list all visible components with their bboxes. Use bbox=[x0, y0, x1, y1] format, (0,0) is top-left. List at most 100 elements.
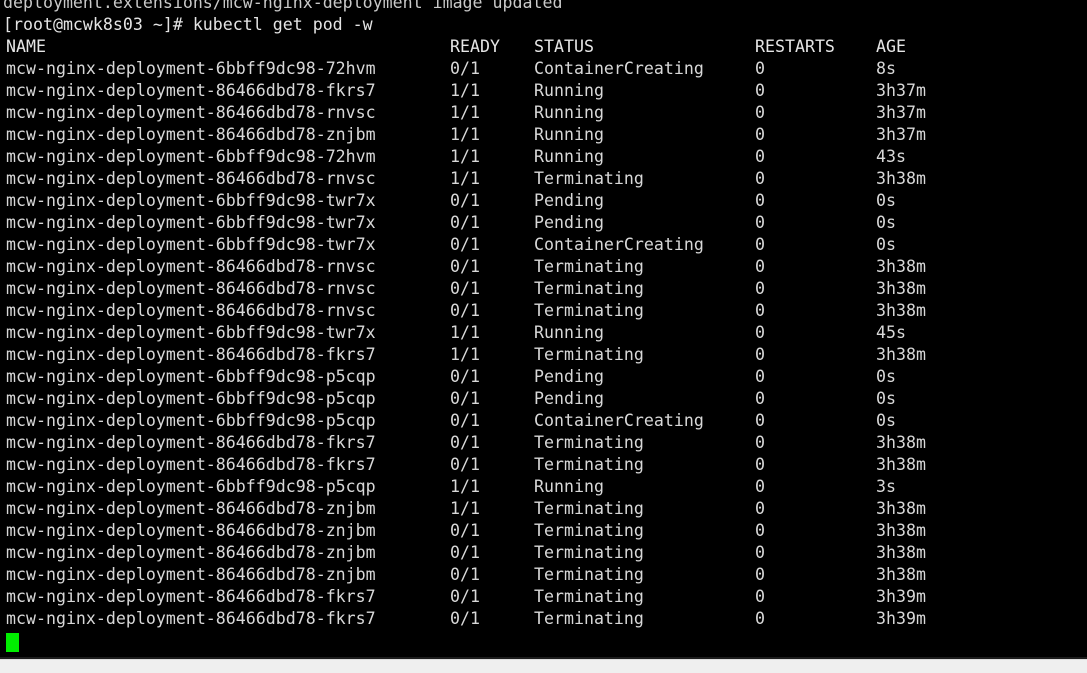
pod-restarts: 0 bbox=[755, 169, 765, 188]
shell-prompt-line[interactable]: [root@mcwk8s03 ~]# kubectl get pod -w bbox=[3, 14, 1087, 36]
table-row: mcw-nginx-deployment-86466dbd78-rnvsc 1/1… bbox=[3, 168, 1087, 190]
table-row: mcw-nginx-deployment-86466dbd78-rnvsc 0/1… bbox=[3, 256, 1087, 278]
pod-age: 3h38m bbox=[876, 169, 926, 188]
pod-restarts: 0 bbox=[755, 125, 765, 144]
pod-name: mcw-nginx-deployment-6bbff9dc98-p5cqp bbox=[6, 367, 376, 386]
pod-age: 0s bbox=[876, 213, 896, 232]
pod-status: Terminating bbox=[534, 587, 644, 606]
scrollback-line: deployment.extensions/mcw-nginx-deployme… bbox=[3, 0, 563, 12]
pod-status: Running bbox=[534, 147, 604, 166]
pod-name: mcw-nginx-deployment-6bbff9dc98-twr7x bbox=[6, 213, 376, 232]
table-row: mcw-nginx-deployment-86466dbd78-rnvsc 1/1… bbox=[3, 102, 1087, 124]
pod-status: Terminating bbox=[534, 257, 644, 276]
pod-age: 3h38m bbox=[876, 345, 926, 364]
pod-status: Terminating bbox=[534, 279, 644, 298]
pod-name: mcw-nginx-deployment-6bbff9dc98-72hvm bbox=[6, 147, 376, 166]
pod-name: mcw-nginx-deployment-6bbff9dc98-twr7x bbox=[6, 191, 376, 210]
pod-restarts: 0 bbox=[755, 257, 765, 276]
pod-age: 3h38m bbox=[876, 301, 926, 320]
pod-name: mcw-nginx-deployment-86466dbd78-znjbm bbox=[6, 543, 376, 562]
table-row: mcw-nginx-deployment-6bbff9dc98-twr7x 1/1… bbox=[3, 322, 1087, 344]
pod-name: mcw-nginx-deployment-6bbff9dc98-p5cqp bbox=[6, 389, 376, 408]
pod-ready: 1/1 bbox=[450, 345, 480, 364]
pod-ready: 0/1 bbox=[450, 433, 480, 452]
pod-status: ContainerCreating bbox=[534, 235, 704, 254]
pod-age: 43s bbox=[876, 147, 906, 166]
table-row: mcw-nginx-deployment-6bbff9dc98-p5cqp 1/1… bbox=[3, 476, 1087, 498]
pod-status: Terminating bbox=[534, 521, 644, 540]
pod-restarts: 0 bbox=[755, 59, 765, 78]
pod-name: mcw-nginx-deployment-86466dbd78-rnvsc bbox=[6, 279, 376, 298]
table-row: mcw-nginx-deployment-6bbff9dc98-twr7x 0/1… bbox=[3, 190, 1087, 212]
pod-restarts: 0 bbox=[755, 367, 765, 386]
pod-restarts: 0 bbox=[755, 609, 765, 628]
pod-name: mcw-nginx-deployment-86466dbd78-fkrs7 bbox=[6, 433, 376, 452]
pod-age: 3h38m bbox=[876, 499, 926, 518]
pod-restarts: 0 bbox=[755, 147, 765, 166]
pod-age: 3s bbox=[876, 477, 896, 496]
pod-restarts: 0 bbox=[755, 565, 765, 584]
table-row: mcw-nginx-deployment-86466dbd78-znjbm 0/1… bbox=[3, 520, 1087, 542]
pod-ready: 0/1 bbox=[450, 301, 480, 320]
pod-status: Running bbox=[534, 81, 604, 100]
table-row: mcw-nginx-deployment-6bbff9dc98-p5cqp 0/1… bbox=[3, 410, 1087, 432]
pod-restarts: 0 bbox=[755, 191, 765, 210]
pod-name: mcw-nginx-deployment-86466dbd78-fkrs7 bbox=[6, 455, 376, 474]
pod-restarts: 0 bbox=[755, 543, 765, 562]
pod-ready: 1/1 bbox=[450, 499, 480, 518]
column-header-age: AGE bbox=[876, 37, 906, 56]
pod-age: 0s bbox=[876, 235, 896, 254]
pod-age: 3h37m bbox=[876, 81, 926, 100]
pod-restarts: 0 bbox=[755, 323, 765, 342]
pod-ready: 0/1 bbox=[450, 213, 480, 232]
pod-status: Terminating bbox=[534, 433, 644, 452]
terminal-window[interactable]: deployment.extensions/mcw-nginx-deployme… bbox=[0, 0, 1087, 657]
pod-age: 0s bbox=[876, 411, 896, 430]
pod-name: mcw-nginx-deployment-86466dbd78-fkrs7 bbox=[6, 609, 376, 628]
table-row: mcw-nginx-deployment-6bbff9dc98-twr7x 0/1… bbox=[3, 212, 1087, 234]
table-row: mcw-nginx-deployment-86466dbd78-fkrs7 0/1… bbox=[3, 454, 1087, 476]
pod-status: Terminating bbox=[534, 301, 644, 320]
pod-status: Terminating bbox=[534, 565, 644, 584]
pod-ready: 1/1 bbox=[450, 103, 480, 122]
column-header-restarts: RESTARTS bbox=[755, 37, 835, 56]
table-row: mcw-nginx-deployment-6bbff9dc98-twr7x 0/1… bbox=[3, 234, 1087, 256]
table-row: mcw-nginx-deployment-6bbff9dc98-72hvm 1/1… bbox=[3, 146, 1087, 168]
table-header-row: NAME READY STATUS RESTARTS AGE bbox=[3, 36, 1087, 58]
table-row: mcw-nginx-deployment-86466dbd78-znjbm 0/1… bbox=[3, 542, 1087, 564]
pod-restarts: 0 bbox=[755, 455, 765, 474]
pod-age: 8s bbox=[876, 59, 896, 78]
pod-restarts: 0 bbox=[755, 411, 765, 430]
pod-status: Pending bbox=[534, 191, 604, 210]
pod-ready: 0/1 bbox=[450, 565, 480, 584]
pod-status: Running bbox=[534, 477, 604, 496]
pod-ready: 0/1 bbox=[450, 279, 480, 298]
pod-name: mcw-nginx-deployment-86466dbd78-znjbm bbox=[6, 499, 376, 518]
pod-age: 3h38m bbox=[876, 279, 926, 298]
pod-name: mcw-nginx-deployment-86466dbd78-fkrs7 bbox=[6, 81, 376, 100]
pod-ready: 1/1 bbox=[450, 125, 480, 144]
pod-table-body: mcw-nginx-deployment-6bbff9dc98-72hvm 0/1… bbox=[3, 58, 1087, 630]
table-row: mcw-nginx-deployment-86466dbd78-rnvsc 0/1… bbox=[3, 278, 1087, 300]
pod-ready: 0/1 bbox=[450, 609, 480, 628]
table-row: mcw-nginx-deployment-86466dbd78-znjbm 1/1… bbox=[3, 498, 1087, 520]
column-header-ready: READY bbox=[450, 37, 500, 56]
pod-name: mcw-nginx-deployment-86466dbd78-rnvsc bbox=[6, 257, 376, 276]
window-bottom-bar bbox=[0, 659, 1087, 673]
pod-ready: 0/1 bbox=[450, 235, 480, 254]
pod-restarts: 0 bbox=[755, 301, 765, 320]
pod-name: mcw-nginx-deployment-6bbff9dc98-p5cqp bbox=[6, 411, 376, 430]
table-row: mcw-nginx-deployment-6bbff9dc98-72hvm 0/1… bbox=[3, 58, 1087, 80]
pod-ready: 0/1 bbox=[450, 257, 480, 276]
pod-name: mcw-nginx-deployment-86466dbd78-znjbm bbox=[6, 125, 376, 144]
pod-name: mcw-nginx-deployment-86466dbd78-rnvsc bbox=[6, 169, 376, 188]
pod-status: Terminating bbox=[534, 609, 644, 628]
pod-status: ContainerCreating bbox=[534, 411, 704, 430]
pod-name: mcw-nginx-deployment-86466dbd78-znjbm bbox=[6, 521, 376, 540]
pod-restarts: 0 bbox=[755, 213, 765, 232]
pod-status: Terminating bbox=[534, 543, 644, 562]
table-row: mcw-nginx-deployment-86466dbd78-znjbm 1/1… bbox=[3, 124, 1087, 146]
pod-age: 3h38m bbox=[876, 455, 926, 474]
table-row: mcw-nginx-deployment-86466dbd78-rnvsc 0/1… bbox=[3, 300, 1087, 322]
pod-ready: 1/1 bbox=[450, 147, 480, 166]
